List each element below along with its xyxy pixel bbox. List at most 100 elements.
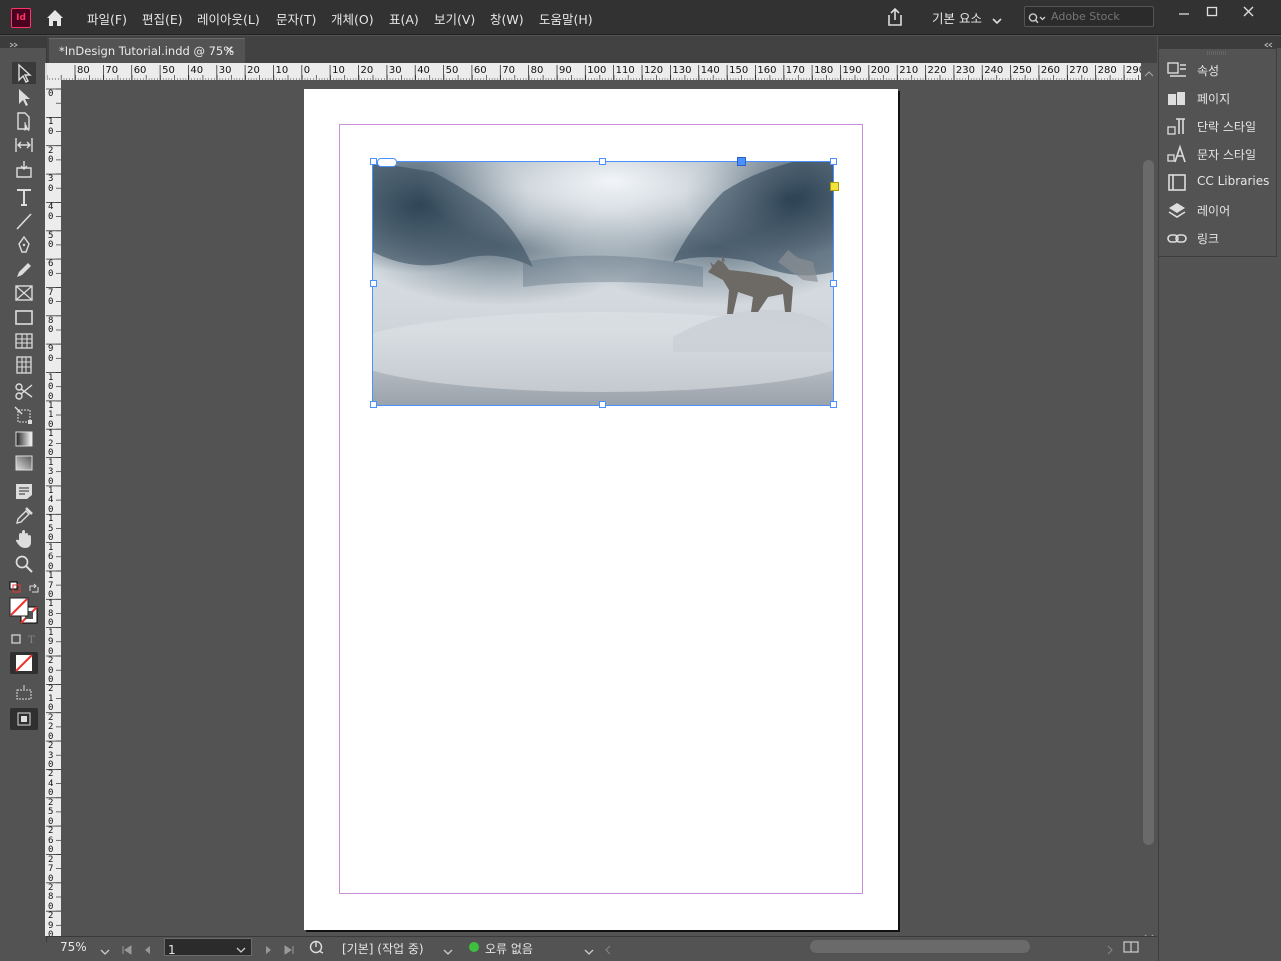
gradient-swatch-tool-icon[interactable] [12, 428, 36, 450]
line-tool-icon[interactable] [12, 210, 36, 232]
panel-properties[interactable]: 속성 [1166, 58, 1276, 82]
right-panel-header[interactable] [1158, 36, 1281, 48]
preflight-errors[interactable]: 오류 없음 [485, 940, 533, 957]
eyedropper-tool-icon[interactable] [12, 504, 36, 526]
content-grabber-handle[interactable] [737, 157, 746, 166]
tools-panel-header[interactable] [0, 36, 46, 48]
panel-cc-libraries[interactable]: CC Libraries [1166, 170, 1276, 194]
swap-fill-stroke-icon[interactable] [28, 580, 40, 593]
page-number-field[interactable] [164, 938, 252, 957]
workspace-switcher[interactable]: 기본 요소 [932, 8, 982, 27]
rectangle-tool-icon[interactable] [12, 306, 36, 328]
ruler-v-label: 100 [48, 372, 54, 402]
panel-pages[interactable]: 페이지 [1166, 86, 1276, 110]
panel-character-styles[interactable]: 문자 스타일 [1166, 142, 1276, 166]
minimize-button[interactable] [1171, 3, 1197, 21]
first-page-icon[interactable] [121, 941, 133, 955]
free-transform-tool-icon[interactable] [12, 404, 36, 426]
menu-item-3[interactable]: 문자(T) [276, 9, 316, 28]
menu-item-5[interactable]: 표(A) [389, 9, 419, 28]
menu-item-2[interactable]: 레이아웃(L) [197, 9, 260, 28]
formatting-affects-container-icon[interactable]: T [10, 632, 40, 646]
frame-handle-middle-right[interactable] [830, 280, 837, 287]
table-tool-icon[interactable] [12, 330, 36, 352]
previous-page-icon[interactable] [142, 941, 154, 954]
zoom-tool-icon[interactable] [12, 552, 36, 574]
scissors-tool-icon[interactable] [12, 380, 36, 402]
search-icon[interactable] [1028, 10, 1048, 24]
page-tool-icon[interactable] [12, 110, 36, 132]
page-number-input[interactable] [165, 943, 234, 957]
frame-handle-bottom-right[interactable] [830, 401, 837, 408]
open-document-icon[interactable] [309, 939, 325, 955]
default-fill-stroke-icon[interactable] [9, 578, 21, 593]
hand-tool-icon[interactable] [12, 528, 36, 550]
type-tool-icon[interactable] [12, 186, 36, 208]
next-page-icon[interactable] [262, 941, 274, 954]
direct-selection-tool-icon[interactable] [12, 86, 36, 108]
preview-mode-icon[interactable] [10, 708, 38, 730]
panel-layers[interactable]: 레이어 [1166, 198, 1276, 222]
maximize-button[interactable] [1199, 3, 1225, 21]
grid-tool-icon[interactable] [12, 354, 36, 376]
close-tab-icon[interactable]: × [225, 43, 234, 56]
pen-tool-icon[interactable] [12, 234, 36, 256]
ruler-h-label: 220 [927, 65, 947, 76]
close-window-button[interactable] [1236, 3, 1262, 21]
frame-handle-top-right[interactable] [830, 158, 837, 165]
last-page-icon[interactable] [283, 941, 295, 955]
document-tab-title[interactable]: *InDesign Tutorial.indd @ 75% [59, 44, 234, 58]
menu-item-4[interactable]: 개체(O) [331, 9, 374, 28]
scroll-left-icon[interactable] [603, 941, 613, 955]
frame-handle-middle-left[interactable] [370, 280, 377, 287]
menu-item-6[interactable]: 보기(V) [434, 9, 475, 28]
horizontal-ruler[interactable]: 80 70 60 50 40 30 20 10 0 10 20 30 40 50 60 70 80 90 100 11… [47, 63, 1141, 81]
chevron-down-icon[interactable] [992, 11, 1002, 25]
preflight-profile-dropdown-icon[interactable] [443, 942, 453, 955]
adobe-stock-search[interactable] [1024, 6, 1154, 27]
note-tool-icon[interactable] [12, 480, 36, 502]
frame-handle-bottom-center[interactable] [599, 401, 606, 408]
apply-none-icon[interactable] [10, 652, 38, 674]
menu-item-0[interactable]: 파일(F) [87, 9, 127, 28]
preflight-profile[interactable]: [기본] (작업 중) [342, 940, 424, 957]
vertical-scrollbar-thumb[interactable] [1143, 160, 1154, 845]
placed-image-wolf-in-mist[interactable] [372, 161, 834, 406]
pencil-tool-icon[interactable] [12, 258, 36, 280]
zoom-dropdown-icon[interactable] [100, 942, 110, 955]
linked-image-icon[interactable] [377, 158, 397, 167]
panel-links[interactable]: 링크 [1166, 226, 1276, 250]
ruler-h-label: 80 [530, 65, 544, 76]
menu-item-1[interactable]: 편집(E) [142, 9, 183, 28]
zoom-level[interactable]: 75% [60, 940, 87, 954]
page-dropdown-icon[interactable] [235, 941, 247, 953]
stock-search-input[interactable] [1051, 8, 1149, 24]
screen-mode-icon[interactable] [12, 684, 36, 702]
panel-paragraph-styles[interactable]: 단락 스타일 [1166, 114, 1276, 138]
scroll-up-icon[interactable] [1143, 64, 1155, 77]
horizontal-scrollbar-thumb[interactable] [810, 940, 1030, 953]
frame-handle-top-center[interactable] [599, 158, 606, 165]
menu-item-7[interactable]: 창(W) [490, 9, 524, 28]
home-icon[interactable] [44, 7, 66, 29]
fill-stroke-swatch[interactable] [9, 597, 39, 625]
scroll-right-icon[interactable] [1105, 941, 1115, 955]
menu-item-8[interactable]: 도움말(H) [539, 9, 593, 28]
content-collector-icon[interactable] [12, 158, 36, 180]
ruler-h-label: 30 [218, 65, 232, 76]
ruler-h-label: 80 [77, 65, 90, 76]
selection-tool-icon[interactable] [12, 62, 36, 84]
document-tab[interactable]: *InDesign Tutorial.indd @ 75% × [49, 38, 245, 64]
live-corner-handle[interactable] [830, 182, 839, 191]
share-icon[interactable] [885, 6, 905, 28]
split-window-icon[interactable] [1122, 939, 1140, 955]
gap-tool-icon[interactable] [12, 134, 36, 156]
preflight-menu-icon[interactable] [584, 942, 594, 955]
gradient-feather-tool-icon[interactable] [12, 452, 36, 474]
frame-handle-top-left[interactable] [370, 158, 377, 165]
rectangle-frame-tool-icon[interactable] [12, 282, 36, 304]
panel-label: 속성 [1197, 64, 1220, 78]
ruler-v-label: 80 [48, 315, 54, 336]
vertical-ruler[interactable]: 0 10 20 30 40 50 60 70 80 90 100 110 120 130 140 150 160… [45, 80, 62, 936]
frame-handle-bottom-left[interactable] [370, 401, 377, 408]
